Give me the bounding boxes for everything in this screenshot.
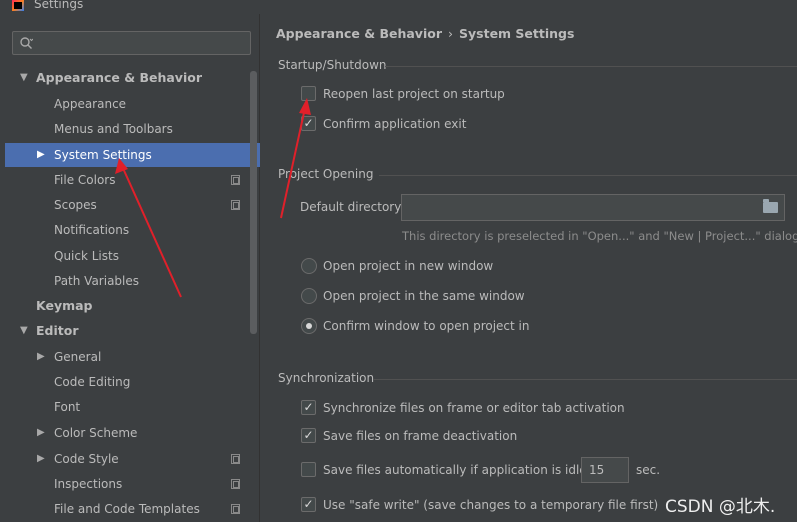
tree-item-code-editing[interactable]: Code Editing xyxy=(5,370,260,394)
section-divider xyxy=(379,175,797,176)
breadcrumb: Appearance & Behavior › System Settings xyxy=(276,26,574,41)
tree-item-menus-toolbars[interactable]: Menus and Toolbars xyxy=(5,117,260,141)
checkbox-checked[interactable]: ✓ xyxy=(301,428,316,443)
tree-item-file-code-templates[interactable]: File and Code Templates xyxy=(5,497,260,521)
settings-content: Appearance & Behavior › System Settings St… xyxy=(261,14,797,522)
checkbox-checked[interactable]: ✓ xyxy=(301,116,316,131)
folder-icon[interactable] xyxy=(763,199,778,213)
default-directory-hint: This directory is preselected in "Open..… xyxy=(402,229,797,243)
seconds-label: sec. xyxy=(636,463,661,477)
project-level-icon xyxy=(231,200,240,210)
tree-item-font[interactable]: Font xyxy=(5,395,260,419)
tree-item-path-variables[interactable]: Path Variables xyxy=(5,269,260,293)
radio-button[interactable] xyxy=(301,288,317,304)
search-icon xyxy=(20,37,33,49)
chevron-right-icon[interactable]: ▶ xyxy=(37,143,45,167)
app-logo-icon xyxy=(12,0,24,11)
tree-item-scopes[interactable]: Scopes xyxy=(5,193,260,217)
chevron-down-icon[interactable]: ▼ xyxy=(20,66,28,90)
section-title-synchronization: Synchronization xyxy=(278,371,375,385)
idle-seconds-input[interactable]: 15 xyxy=(581,457,629,483)
tree-item-appearance-behavior[interactable]: ▼ Appearance & Behavior xyxy=(5,66,260,90)
tree-item-quick-lists[interactable]: Quick Lists xyxy=(5,244,260,268)
tree-item-color-scheme[interactable]: ▶ Color Scheme xyxy=(5,421,260,445)
checkbox-checked[interactable]: ✓ xyxy=(301,400,316,415)
settings-sidebar: ▼ Appearance & Behavior Appearance Menus… xyxy=(0,14,260,522)
default-directory-label: Default directory: xyxy=(300,200,405,214)
section-title-project-opening: Project Opening xyxy=(278,167,374,181)
section-title-startup: Startup/Shutdown xyxy=(278,58,387,72)
window-title: Settings xyxy=(34,0,84,11)
title-bar: Settings xyxy=(0,0,797,14)
chevron-right-icon[interactable]: ▶ xyxy=(37,421,45,445)
checkbox[interactable] xyxy=(301,462,316,477)
tree-item-keymap[interactable]: Keymap xyxy=(5,294,260,318)
search-input[interactable] xyxy=(12,31,251,55)
section-divider xyxy=(385,66,797,67)
breadcrumb-parent[interactable]: Appearance & Behavior xyxy=(276,26,442,41)
project-level-icon xyxy=(231,454,240,464)
breadcrumb-separator: › xyxy=(448,26,453,41)
project-level-icon xyxy=(231,175,240,185)
checkbox[interactable] xyxy=(301,86,316,101)
tree-item-code-style[interactable]: ▶ Code Style xyxy=(5,447,260,471)
tree-item-appearance[interactable]: Appearance xyxy=(5,92,260,116)
tree-item-system-settings[interactable]: ▶ System Settings xyxy=(5,143,260,167)
project-level-icon xyxy=(231,479,240,489)
tree-item-general[interactable]: ▶ General xyxy=(5,345,260,369)
chevron-right-icon[interactable]: ▶ xyxy=(37,345,45,369)
watermark: CSDN @北木. xyxy=(665,497,776,517)
sidebar-scrollbar[interactable] xyxy=(250,71,257,334)
radio-button[interactable] xyxy=(301,258,317,274)
chevron-down-icon[interactable]: ▼ xyxy=(20,319,28,343)
project-level-icon xyxy=(231,504,240,514)
tree-item-inspections[interactable]: Inspections xyxy=(5,472,260,496)
tree-item-notifications[interactable]: Notifications xyxy=(5,218,260,242)
section-divider xyxy=(373,379,797,380)
checkbox-checked[interactable]: ✓ xyxy=(301,497,316,512)
tree-item-editor[interactable]: ▼ Editor xyxy=(5,319,260,343)
tree-item-file-colors[interactable]: File Colors xyxy=(5,168,260,192)
breadcrumb-current: System Settings xyxy=(459,26,575,41)
chevron-right-icon[interactable]: ▶ xyxy=(37,447,45,471)
radio-button-selected[interactable] xyxy=(301,318,317,334)
default-directory-field[interactable] xyxy=(401,194,785,221)
